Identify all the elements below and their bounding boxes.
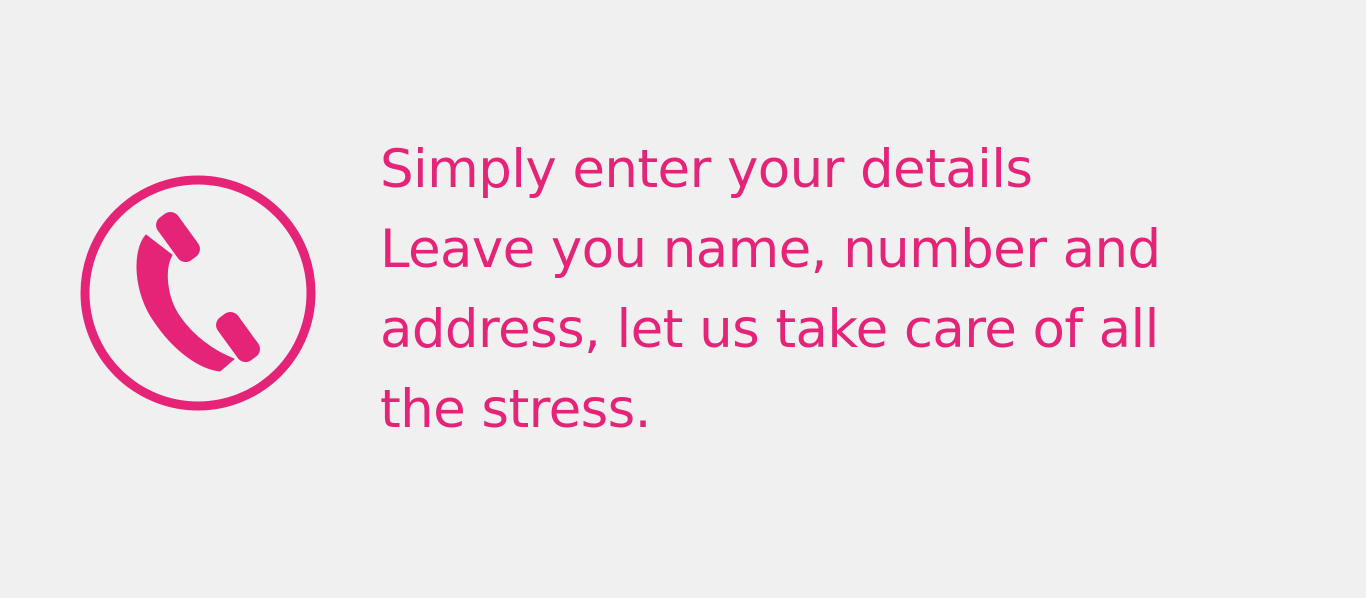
feature-title: Simply enter your details xyxy=(380,139,1033,200)
feature-description: Leave you name, number and address, let … xyxy=(380,219,1161,440)
phone-icon xyxy=(78,173,318,413)
feature-block: Simply enter your details Leave you name… xyxy=(0,0,1366,598)
feature-text: Simply enter your details Leave you name… xyxy=(380,130,1280,450)
